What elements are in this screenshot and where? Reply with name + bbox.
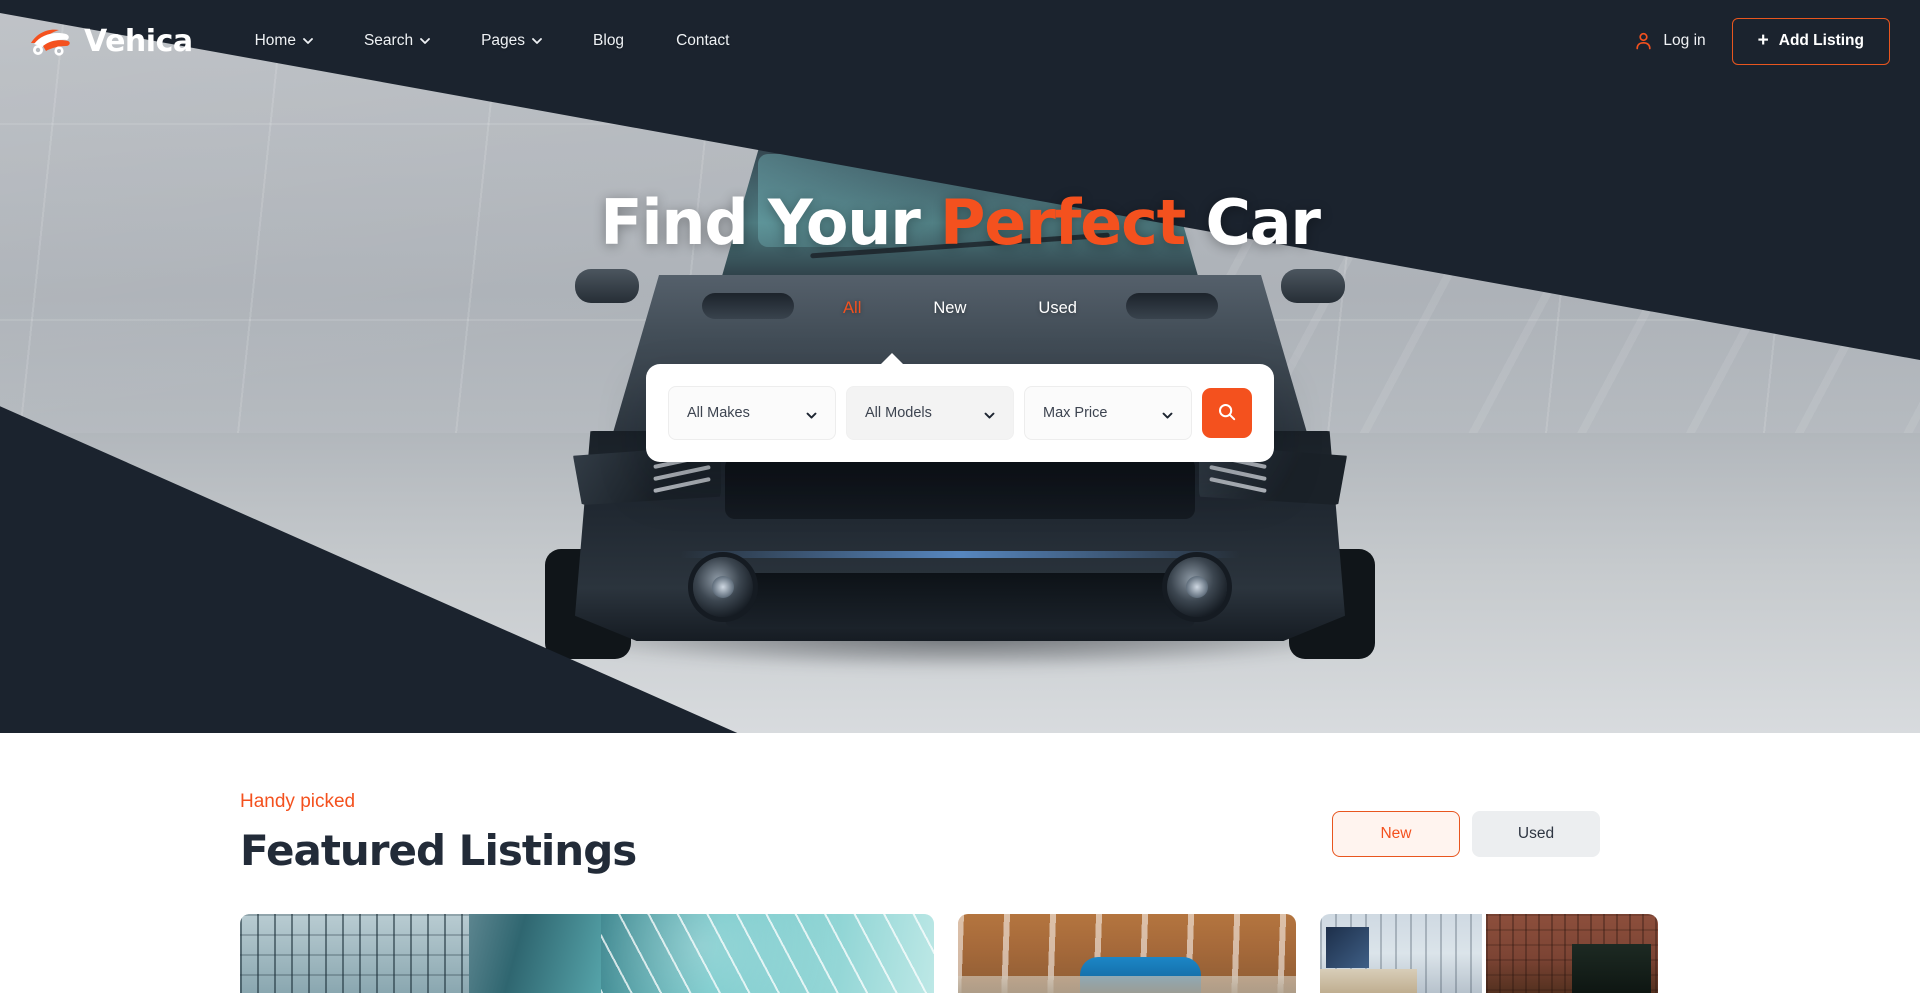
hero-title-part2: Car <box>1185 186 1321 259</box>
listing-card[interactable] <box>958 914 1296 993</box>
chevron-down-icon <box>1162 408 1173 419</box>
site-header: Vehica Home Search Pages Blog Contact Lo… <box>0 0 1920 82</box>
featured-listings-grid <box>0 914 1920 993</box>
car-foglight-left <box>693 557 753 617</box>
main-navigation: Home Search Pages Blog Contact <box>229 22 756 60</box>
max-price-select-value: Max Price <box>1043 405 1108 421</box>
hero-tab-new[interactable]: New <box>897 295 1002 322</box>
search-submit-button[interactable] <box>1202 388 1252 438</box>
glass-building-water-thumbnail <box>240 914 934 993</box>
chevron-down-icon <box>420 36 430 45</box>
featured-condition-toggle: New Used <box>1332 811 1600 857</box>
hero-search-panel: All Makes All Models Max Price <box>646 353 1274 462</box>
login-label: Log in <box>1663 32 1706 49</box>
featured-toggle-used[interactable]: Used <box>1472 811 1600 857</box>
nav-item-blog[interactable]: Blog <box>567 22 650 60</box>
search-icon <box>1217 402 1237 425</box>
listing-card[interactable] <box>1320 914 1658 993</box>
city-street-thumbnail-right <box>1485 914 1658 993</box>
nav-item-home[interactable]: Home <box>229 22 338 60</box>
login-button[interactable]: Log in <box>1621 24 1719 58</box>
make-select[interactable]: All Makes <box>668 386 836 440</box>
header-actions: Log in + Add Listing <box>1621 17 1890 65</box>
city-street-thumbnail-left <box>1320 914 1483 993</box>
nav-label-blog: Blog <box>593 32 625 49</box>
brand-logo[interactable]: Vehica <box>28 24 193 59</box>
construction-blue-car-thumbnail <box>958 914 1296 993</box>
add-listing-button[interactable]: + Add Listing <box>1731 17 1890 65</box>
featured-toggle-new[interactable]: New <box>1332 811 1460 857</box>
hero-title: Find Your Perfect Car <box>0 186 1920 259</box>
nav-label-home: Home <box>254 32 296 49</box>
featured-eyebrow: Handy picked <box>240 791 356 812</box>
chevron-down-icon <box>303 36 313 45</box>
make-select-value: All Makes <box>687 405 750 421</box>
hero-tab-used[interactable]: Used <box>1002 295 1113 322</box>
brand-name: Vehica <box>84 23 193 59</box>
car-foglight-right <box>1167 557 1227 617</box>
chevron-down-icon <box>806 408 817 419</box>
nav-label-contact: Contact <box>676 32 730 49</box>
car-grille-accent-strip <box>680 551 1240 558</box>
nav-label-search: Search <box>363 32 414 49</box>
user-icon <box>1635 32 1652 50</box>
nav-item-search[interactable]: Search <box>338 22 455 60</box>
listing-card[interactable] <box>240 914 934 993</box>
car-upper-grille <box>725 457 1195 519</box>
chevron-down-icon <box>532 36 542 45</box>
hero-condition-tabs: All New Used <box>0 295 1920 322</box>
city-street-thumbnail <box>1320 914 1658 993</box>
hero-section: Vehica Home Search Pages Blog Contact Lo… <box>0 0 1920 733</box>
model-select[interactable]: All Models <box>846 386 1014 440</box>
car-swoosh-logo-icon <box>28 26 74 56</box>
plus-icon: + <box>1757 29 1769 51</box>
hero-title-part1: Find Your <box>600 186 940 259</box>
nav-item-contact[interactable]: Contact <box>650 22 755 60</box>
nav-item-pages[interactable]: Pages <box>455 22 567 60</box>
hero-tab-all[interactable]: All <box>807 295 897 322</box>
max-price-select[interactable]: Max Price <box>1024 386 1192 440</box>
nav-label-pages: Pages <box>481 32 526 49</box>
hero-title-accent: Perfect <box>940 186 1186 259</box>
model-select-value: All Models <box>865 405 932 421</box>
chevron-down-icon <box>984 408 995 419</box>
add-listing-label: Add Listing <box>1778 32 1864 49</box>
car-lower-grille <box>725 573 1195 629</box>
